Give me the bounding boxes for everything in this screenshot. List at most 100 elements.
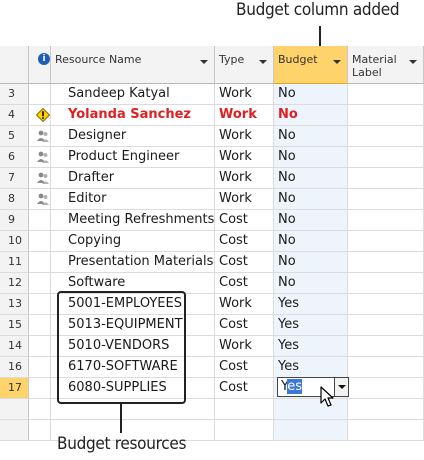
material-label-cell[interactable] (348, 420, 424, 441)
budget-cell[interactable] (274, 399, 348, 420)
chevron-down-icon[interactable] (409, 60, 417, 64)
row-number[interactable]: 8 (0, 189, 29, 210)
budget-cell[interactable]: No (274, 210, 348, 231)
budget-cell[interactable]: No (274, 189, 348, 210)
type-cell[interactable]: Work (215, 336, 274, 357)
select-all-corner[interactable] (0, 46, 29, 84)
material-label-cell[interactable] (348, 357, 424, 378)
indicator-cell[interactable] (29, 105, 51, 126)
row-number[interactable]: 16 (0, 357, 29, 378)
budget-cell[interactable]: Yes (274, 357, 348, 378)
table-row[interactable]: 10 Copying Cost No (0, 231, 424, 252)
column-header-budget[interactable]: Budget (274, 46, 348, 84)
budget-cell[interactable]: No (274, 252, 348, 273)
indicator-cell[interactable] (29, 273, 51, 294)
table-row[interactable]: 5 Designer Work No (0, 126, 424, 147)
row-number[interactable] (0, 420, 29, 441)
row-number[interactable] (0, 399, 29, 420)
table-row[interactable]: 4 Yolanda Sanchez Work No (0, 105, 424, 126)
budget-cell[interactable]: No (274, 273, 348, 294)
row-number[interactable]: 13 (0, 294, 29, 315)
material-label-cell[interactable] (348, 210, 424, 231)
table-row[interactable]: 8 Editor Work No (0, 189, 424, 210)
type-cell[interactable] (215, 399, 274, 420)
indicator-cell[interactable] (29, 378, 51, 399)
budget-cell[interactable]: No (274, 168, 348, 189)
type-cell[interactable]: Work (215, 168, 274, 189)
type-cell[interactable]: Cost (215, 357, 274, 378)
material-label-cell[interactable] (348, 231, 424, 252)
budget-editor-dropdown[interactable]: Yes (277, 377, 349, 397)
column-header-material-label[interactable]: Material Label (348, 46, 424, 84)
indicator-cell[interactable] (29, 399, 51, 420)
indicator-cell[interactable] (29, 126, 51, 147)
type-cell[interactable]: Cost (215, 252, 274, 273)
material-label-cell[interactable] (348, 126, 424, 147)
chevron-down-icon[interactable] (200, 60, 208, 64)
row-number[interactable]: 5 (0, 126, 29, 147)
table-row[interactable]: 6 Product Engineer Work No (0, 147, 424, 168)
type-cell[interactable]: Cost (215, 315, 274, 336)
indicator-cell[interactable] (29, 252, 51, 273)
material-label-cell[interactable] (348, 315, 424, 336)
row-number[interactable]: 4 (0, 105, 29, 126)
material-label-cell[interactable] (348, 399, 424, 420)
row-number[interactable]: 7 (0, 168, 29, 189)
material-label-cell[interactable] (348, 105, 424, 126)
indicator-cell[interactable] (29, 357, 51, 378)
type-cell[interactable]: Cost (215, 378, 274, 399)
resource-name-cell[interactable]: Meeting Refreshments (51, 210, 215, 231)
budget-cell[interactable]: No (274, 231, 348, 252)
indicator-cell[interactable] (29, 168, 51, 189)
material-label-cell[interactable] (348, 168, 424, 189)
resource-name-cell[interactable]: Copying (51, 231, 215, 252)
column-header-resource-name[interactable]: Resource Name (51, 46, 215, 84)
material-label-cell[interactable] (348, 273, 424, 294)
table-row[interactable]: 3 Sandeep Katyal Work No (0, 84, 424, 105)
row-number[interactable]: 17 (0, 378, 29, 399)
table-row[interactable]: 11 Presentation Materials Cost No (0, 252, 424, 273)
indicator-cell[interactable] (29, 315, 51, 336)
type-cell[interactable]: Work (215, 105, 274, 126)
resource-name-cell[interactable]: Product Engineer (51, 147, 215, 168)
budget-cell[interactable] (274, 420, 348, 441)
type-cell[interactable]: Cost (215, 210, 274, 231)
material-label-cell[interactable] (348, 252, 424, 273)
row-number[interactable]: 15 (0, 315, 29, 336)
indicator-cell[interactable] (29, 294, 51, 315)
material-label-cell[interactable] (348, 294, 424, 315)
table-row[interactable]: 9 Meeting Refreshments Cost No (0, 210, 424, 231)
budget-editor-dropdown-button[interactable] (334, 377, 349, 397)
type-cell[interactable]: Work (215, 84, 274, 105)
budget-editor-value[interactable]: Yes (281, 379, 302, 395)
type-cell[interactable]: Work (215, 189, 274, 210)
table-row[interactable]: 7 Drafter Work No (0, 168, 424, 189)
type-cell[interactable]: Work (215, 147, 274, 168)
budget-cell[interactable]: No (274, 84, 348, 105)
resource-name-cell[interactable]: Sandeep Katyal (51, 84, 215, 105)
row-number[interactable]: 6 (0, 147, 29, 168)
budget-cell[interactable]: No (274, 126, 348, 147)
material-label-cell[interactable] (348, 378, 424, 399)
budget-cell[interactable]: Yes (274, 336, 348, 357)
resource-name-cell[interactable]: Drafter (51, 168, 215, 189)
resource-name-cell[interactable]: Yolanda Sanchez (51, 105, 215, 126)
indicators-column-header[interactable]: i (29, 46, 51, 84)
indicator-cell[interactable] (29, 189, 51, 210)
indicator-cell[interactable] (29, 147, 51, 168)
budget-cell[interactable]: No (274, 105, 348, 126)
budget-cell[interactable]: Yes (274, 294, 348, 315)
row-number[interactable]: 10 (0, 231, 29, 252)
type-cell[interactable]: Work (215, 126, 274, 147)
indicator-cell[interactable] (29, 84, 51, 105)
type-cell[interactable] (215, 420, 274, 441)
material-label-cell[interactable] (348, 147, 424, 168)
column-header-type[interactable]: Type (215, 46, 274, 84)
row-number[interactable]: 11 (0, 252, 29, 273)
row-number[interactable]: 3 (0, 84, 29, 105)
resource-name-cell[interactable]: Editor (51, 189, 215, 210)
row-number[interactable]: 9 (0, 210, 29, 231)
chevron-down-icon[interactable] (333, 60, 341, 64)
type-cell[interactable]: Cost (215, 273, 274, 294)
indicator-cell[interactable] (29, 336, 51, 357)
